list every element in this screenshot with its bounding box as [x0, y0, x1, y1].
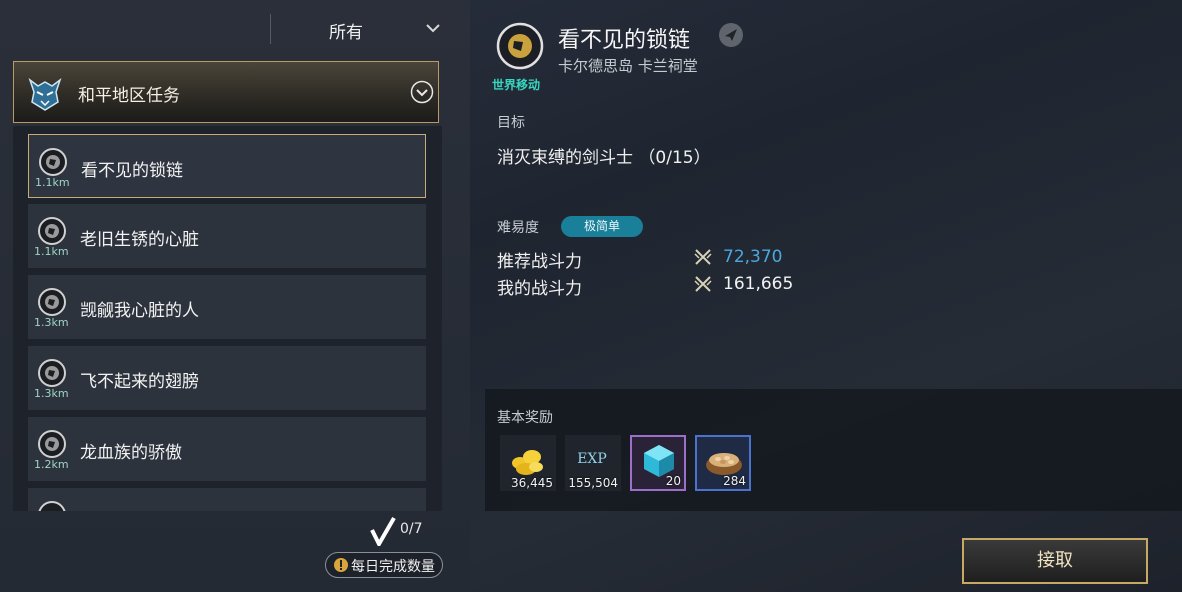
quest-title: 看不见的锁链 [558, 28, 691, 53]
quest-distance: 1.2km [34, 458, 69, 471]
daily-progress-count: 0/7 [400, 521, 423, 537]
reward-count: 36,445 [511, 476, 553, 490]
quest-name: 飞不起来的翅膀 [80, 372, 199, 392]
quest-item[interactable]: 1.1km 老旧生锈的心脏 [28, 204, 426, 268]
reward-exp[interactable]: EXP 155,504 [565, 435, 621, 491]
gold-coins-icon [512, 450, 543, 475]
quest-name: 觊觎我心脏的人 [80, 301, 199, 321]
exp-icon: EXP [577, 451, 607, 467]
my-power-value: 161,665 [723, 274, 794, 294]
quest-distance: 1.3km [34, 316, 69, 329]
quest-name: 看不见的锁链 [81, 161, 183, 181]
filter-label: 所有 [329, 23, 363, 43]
reward-crystal[interactable]: 20 [630, 435, 686, 491]
recommended-power-label: 推荐战斗力 [497, 252, 582, 272]
category-header[interactable]: 和平地区任务 [13, 61, 439, 123]
quest-distance: 1.1km [35, 176, 70, 189]
reward-count: 155,504 [568, 476, 618, 490]
info-alert-icon [334, 558, 348, 572]
collapse-chevron-icon[interactable] [410, 80, 434, 104]
quest-item[interactable]: 1.3km 觊觎我心脏的人 [28, 275, 426, 339]
quest-globe-icon [38, 217, 66, 245]
filter-dropdown[interactable]: 所有 [270, 14, 461, 44]
recommended-power-value: 72,370 [723, 247, 783, 267]
chevron-down-icon [426, 24, 440, 33]
reward-seeds[interactable]: 284 [695, 435, 751, 491]
quest-globe-icon [38, 359, 66, 387]
checkmark-icon [370, 517, 396, 546]
daily-progress: 0/7 [370, 517, 440, 546]
quest-globe-icon [39, 148, 67, 176]
crossed-swords-icon [694, 249, 712, 265]
demon-helmet-icon [28, 77, 62, 111]
difficulty-label: 难易度 [497, 220, 539, 236]
world-move-label: 世界移动 [492, 78, 541, 92]
crossed-swords-icon [694, 276, 712, 292]
quest-item-partial[interactable] [28, 488, 426, 511]
difficulty-badge: 极简单 [561, 216, 643, 237]
accept-button[interactable]: 接取 [962, 538, 1148, 584]
quest-name: 龙血族的骄傲 [80, 443, 182, 463]
quest-distance: 1.1km [34, 245, 69, 258]
quest-item[interactable]: 1.2km 龙血族的骄傲 [28, 417, 426, 481]
quest-globe-icon [38, 288, 66, 316]
rewards-panel: 基本奖励 36,445 EXP 155,504 20 284 [485, 389, 1182, 511]
daily-completion-label: 每日完成数量 [351, 559, 435, 575]
quest-location: 卡尔德思岛 卡兰祠堂 [558, 57, 698, 75]
quest-list-panel: 所有 和平地区任务 1.1km 看不见的锁链 1.1km 老旧生锈的心脏 1.3… [0, 0, 470, 592]
world-move-icon[interactable] [496, 22, 544, 70]
my-power-label: 我的战斗力 [497, 279, 582, 299]
category-label: 和平地区任务 [78, 86, 180, 106]
reward-count: 284 [723, 474, 746, 488]
quest-item[interactable]: 1.3km 飞不起来的翅膀 [28, 346, 426, 410]
reward-gold[interactable]: 36,445 [500, 435, 556, 491]
goal-text: 消灭束缚的剑斗士 （0/15） [497, 148, 711, 168]
goal-heading: 目标 [497, 115, 525, 131]
quest-list[interactable]: 1.1km 看不见的锁链 1.1km 老旧生锈的心脏 1.3km 觊觎我心脏的人 [13, 126, 442, 511]
quest-globe-icon [38, 430, 66, 458]
quest-item[interactable]: 1.1km 看不见的锁链 [28, 134, 426, 198]
navigate-icon[interactable] [718, 22, 744, 48]
rewards-heading: 基本奖励 [497, 410, 553, 426]
reward-count: 20 [665, 474, 681, 488]
quest-name: 老旧生锈的心脏 [80, 230, 199, 250]
exp-text: EXP [577, 451, 607, 467]
daily-completion-button[interactable]: 每日完成数量 [325, 552, 443, 578]
quest-detail-panel: 世界移动 看不见的锁链 卡尔德思岛 卡兰祠堂 目标 消灭束缚的剑斗士 （0/15… [470, 0, 1182, 592]
quest-globe-icon [38, 501, 66, 511]
quest-distance: 1.3km [34, 387, 69, 400]
